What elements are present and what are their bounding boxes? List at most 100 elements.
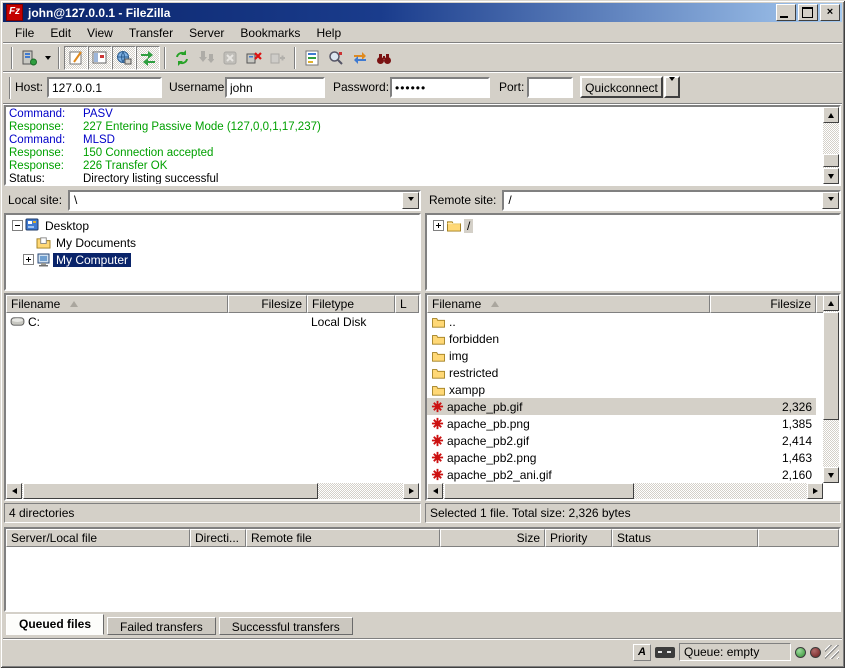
- local-site-combo[interactable]: \: [68, 190, 421, 211]
- scrollbar-thumb[interactable]: [444, 483, 634, 499]
- tab-failed-transfers[interactable]: Failed transfers: [107, 617, 216, 635]
- expand-icon[interactable]: [23, 254, 34, 265]
- local-file-list[interactable]: Filename Filesize Filetype L C: Local Di…: [4, 293, 421, 501]
- status-bar: A Queue: empty: [3, 638, 842, 665]
- scroll-down-button[interactable]: [823, 467, 839, 483]
- toggle-local-tree-button[interactable]: [88, 46, 112, 70]
- local-file-row[interactable]: C: Local Disk: [6, 313, 419, 330]
- combo-dropdown-button[interactable]: [402, 192, 419, 209]
- menu-file[interactable]: File: [7, 24, 42, 42]
- quickconnect-dropdown-button[interactable]: [664, 76, 680, 98]
- column-header-priority[interactable]: Priority: [545, 529, 612, 547]
- quickconnect-button[interactable]: Quickconnect: [580, 76, 663, 98]
- column-header-filesize[interactable]: Filesize: [228, 295, 307, 313]
- menu-bookmarks[interactable]: Bookmarks: [232, 24, 308, 42]
- app-icon: Fz: [6, 4, 23, 21]
- menu-view[interactable]: View: [79, 24, 121, 42]
- toggle-remote-tree-button[interactable]: [112, 46, 136, 70]
- directory-comparison-button[interactable]: [324, 46, 348, 70]
- column-header-status[interactable]: Status: [612, 529, 758, 547]
- column-header-filename[interactable]: Filename: [6, 295, 228, 313]
- process-queue-button[interactable]: [194, 46, 218, 70]
- scroll-right-button[interactable]: [403, 483, 419, 499]
- remote-file-row[interactable]: xampp: [427, 381, 839, 398]
- column-header-direction[interactable]: Directi...: [190, 529, 246, 547]
- column-header-server-local-file[interactable]: Server/Local file: [6, 529, 190, 547]
- synchronized-browsing-button[interactable]: [348, 46, 372, 70]
- remote-file-row[interactable]: apache_pb2.gif 2,414: [427, 432, 839, 449]
- username-input[interactable]: [225, 77, 325, 98]
- transfer-queue[interactable]: Server/Local file Directi... Remote file…: [4, 527, 841, 612]
- maximize-button[interactable]: [798, 4, 818, 21]
- remote-file-row[interactable]: forbidden: [427, 330, 839, 347]
- column-header-size[interactable]: Size: [440, 529, 545, 547]
- tree-item-desktop[interactable]: Desktop: [6, 217, 419, 234]
- find-files-button[interactable]: [372, 46, 396, 70]
- disconnect-button[interactable]: [242, 46, 266, 70]
- collapse-icon[interactable]: [12, 220, 23, 231]
- close-button[interactable]: ×: [820, 4, 840, 21]
- tab-queued-files[interactable]: Queued files: [6, 614, 104, 635]
- image-file-icon: [431, 468, 444, 481]
- log-scrollbar[interactable]: [823, 107, 839, 184]
- tree-item-root[interactable]: /: [427, 217, 839, 234]
- column-header-filetype[interactable]: Filetype: [307, 295, 395, 313]
- remote-file-row[interactable]: apache_pb2.png 1,463: [427, 449, 839, 466]
- expand-icon[interactable]: [433, 220, 444, 231]
- tree-item-my-computer[interactable]: My Computer: [6, 251, 419, 268]
- remote-file-row-selected[interactable]: apache_pb.gif 2,326: [427, 398, 816, 415]
- toggle-message-log-button[interactable]: [64, 46, 88, 70]
- remote-file-row[interactable]: restricted: [427, 364, 839, 381]
- site-manager-button[interactable]: [17, 46, 41, 70]
- menu-edit[interactable]: Edit: [42, 24, 79, 42]
- column-header-last-modified[interactable]: L: [395, 295, 419, 313]
- scroll-up-button[interactable]: [823, 107, 839, 123]
- remote-tree[interactable]: /: [425, 213, 841, 291]
- local-horizontal-scrollbar[interactable]: [6, 483, 419, 499]
- directory-listing-filters-button[interactable]: [300, 46, 324, 70]
- minimize-button[interactable]: [776, 4, 796, 21]
- scroll-left-button[interactable]: [427, 483, 443, 499]
- remote-status-text: Selected 1 file. Total size: 2,326 bytes: [425, 503, 841, 523]
- port-input[interactable]: [527, 77, 573, 98]
- remote-file-row[interactable]: apache_pb.png 1,385: [427, 415, 839, 432]
- scroll-up-button[interactable]: [823, 295, 839, 311]
- remote-file-row[interactable]: apache_pb2_ani.gif 2,160: [427, 466, 839, 483]
- host-input[interactable]: [47, 77, 162, 98]
- refresh-button[interactable]: [170, 46, 194, 70]
- site-manager-dropdown-button[interactable]: [41, 46, 54, 70]
- menu-transfer[interactable]: Transfer: [121, 24, 181, 42]
- local-tree[interactable]: Desktop My Documents My Computer: [4, 213, 421, 291]
- toggle-message-log-icon: [68, 50, 84, 66]
- remote-file-row[interactable]: ..: [427, 313, 839, 330]
- remote-file-list[interactable]: Filename Filesize .. forbidden img restr…: [425, 293, 841, 501]
- menu-help[interactable]: Help: [308, 24, 349, 42]
- tree-item-my-documents[interactable]: My Documents: [6, 234, 419, 251]
- tab-successful-transfers[interactable]: Successful transfers: [219, 617, 353, 635]
- scroll-left-button[interactable]: [6, 483, 22, 499]
- column-header-filler: [758, 529, 839, 547]
- remote-site-combo[interactable]: /: [502, 190, 841, 211]
- reconnect-button[interactable]: [266, 46, 290, 70]
- speed-limits-icon[interactable]: [655, 647, 675, 658]
- remote-file-row[interactable]: img: [427, 347, 839, 364]
- password-input[interactable]: [390, 77, 490, 98]
- scroll-right-button[interactable]: [807, 483, 823, 499]
- scroll-down-button[interactable]: [823, 168, 839, 184]
- remote-horizontal-scrollbar[interactable]: [427, 483, 823, 499]
- column-header-remote-file[interactable]: Remote file: [246, 529, 440, 547]
- scrollbar-thumb[interactable]: [823, 312, 839, 420]
- scrollbar-thumb[interactable]: [823, 154, 839, 167]
- column-header-filesize[interactable]: Filesize: [710, 295, 816, 313]
- remote-vertical-scrollbar[interactable]: [823, 295, 839, 483]
- column-header-filename[interactable]: Filename: [427, 295, 710, 313]
- menu-server[interactable]: Server: [181, 24, 232, 42]
- data-type-indicator[interactable]: A: [633, 644, 651, 661]
- toggle-transfer-queue-button[interactable]: [136, 46, 160, 70]
- combo-dropdown-button[interactable]: [822, 192, 839, 209]
- message-log[interactable]: Command:PASV Response:227 Entering Passi…: [4, 105, 841, 186]
- cancel-operation-button[interactable]: [218, 46, 242, 70]
- window-title: john@127.0.0.1 - FileZilla: [28, 6, 774, 20]
- scrollbar-thumb[interactable]: [23, 483, 318, 499]
- resize-grip[interactable]: [825, 645, 839, 659]
